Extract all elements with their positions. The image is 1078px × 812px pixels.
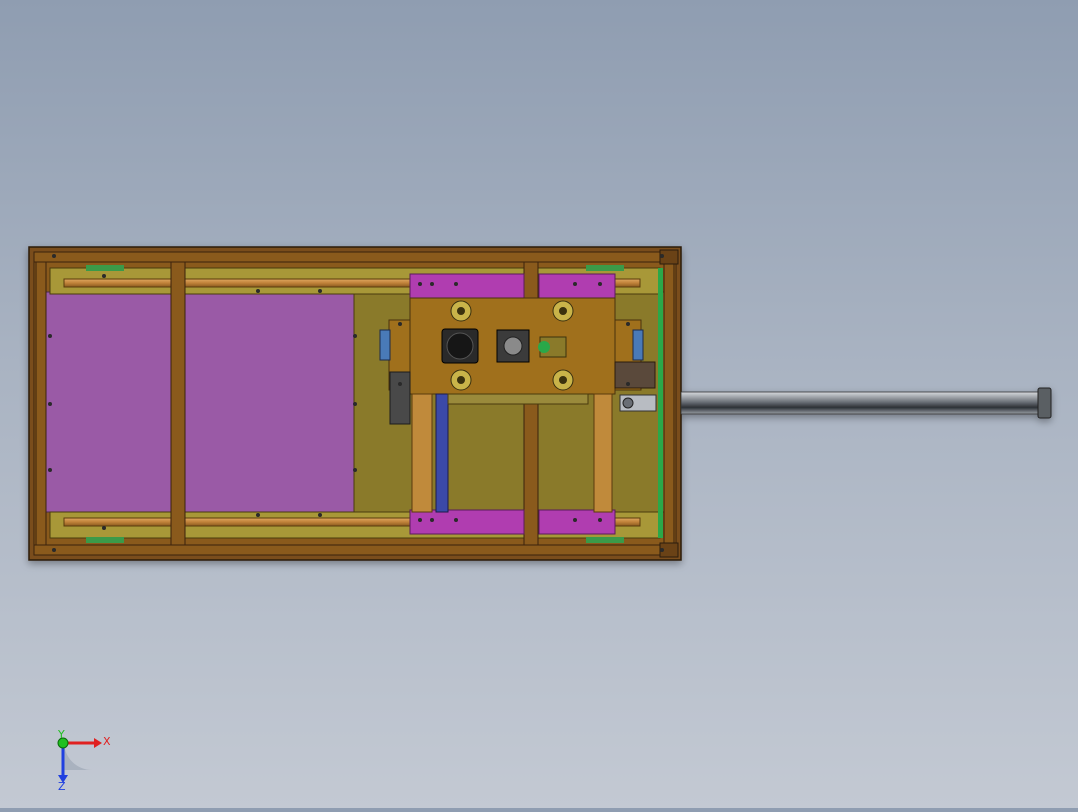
guide-rail-right: [593, 393, 613, 513]
cad-scene[interactable]: X Y Z: [0, 0, 1078, 808]
reference-triad[interactable]: X Y Z: [57, 728, 111, 793]
clip-top-left: [86, 265, 124, 271]
sensor-block: [389, 371, 411, 425]
motor-face: [446, 332, 474, 360]
bracket-bottom-right[interactable]: [538, 509, 616, 535]
left-panel[interactable]: [45, 291, 356, 513]
frame-bottom-bar: [33, 544, 677, 556]
bracket-top-right[interactable]: [538, 273, 616, 299]
stepper-shaft: [503, 336, 523, 356]
piston-rod[interactable]: [680, 391, 1040, 415]
clevis-pin: [622, 397, 634, 409]
side-block-right: [632, 329, 644, 361]
rack-gear: [435, 393, 449, 513]
x-axis-label: X: [103, 735, 111, 748]
bearing-1: [450, 300, 472, 322]
y-axis-label: Y: [57, 728, 65, 741]
z-axis-label: Z: [58, 780, 66, 793]
clip-bottom-left: [86, 537, 124, 543]
machine-assembly[interactable]: [28, 246, 1052, 561]
bracket-bottom-left[interactable]: [409, 509, 525, 535]
green-sensor-dot: [538, 341, 550, 353]
cylinder-mount: [614, 361, 656, 389]
frame-member-4: [663, 261, 675, 548]
guide-rail-left: [411, 393, 433, 513]
frame-member-1: [35, 261, 47, 548]
bracket-top-left[interactable]: [409, 273, 525, 299]
cad-graphics-area[interactable]: X Y Z: [0, 0, 1078, 808]
side-block-left: [379, 329, 391, 361]
clip-bottom-right: [586, 537, 624, 543]
clip-top-right: [586, 265, 624, 271]
bearing-3: [450, 369, 472, 391]
cross-plate: [447, 393, 589, 405]
bearing-2: [552, 300, 574, 322]
frame-top-bar: [33, 251, 677, 263]
frame-member-2: [170, 261, 186, 548]
bearing-4: [552, 369, 574, 391]
green-edge-strip: [658, 268, 663, 538]
rod-end-cap[interactable]: [1037, 387, 1052, 419]
